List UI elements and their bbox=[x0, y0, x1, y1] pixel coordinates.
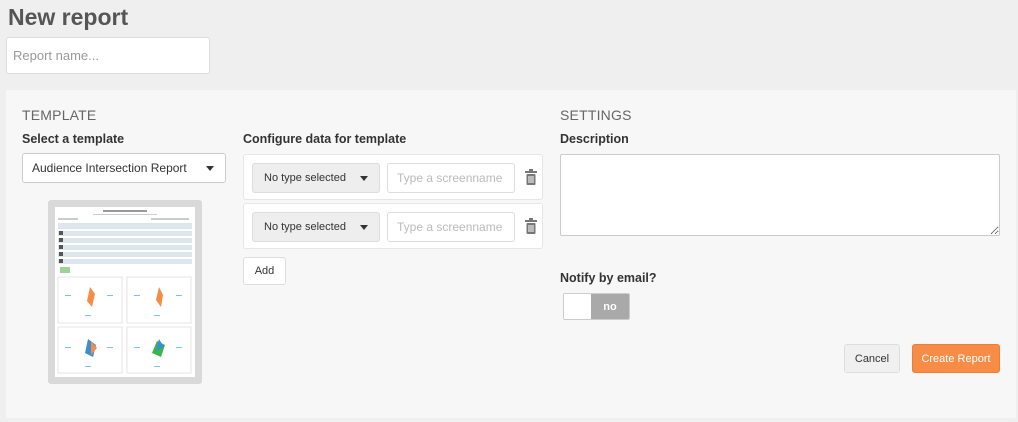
toggle-knob bbox=[564, 294, 591, 319]
type-select[interactable]: No type selected bbox=[252, 212, 380, 242]
report-form-panel: TEMPLATE Select a template Audience Inte… bbox=[6, 90, 1016, 418]
description-textarea[interactable] bbox=[560, 154, 1000, 236]
config-row: No type selected bbox=[243, 154, 543, 200]
type-select-value: No type selected bbox=[264, 221, 346, 233]
chevron-down-icon bbox=[360, 176, 368, 181]
select-template-label: Select a template bbox=[22, 132, 125, 146]
trash-icon[interactable] bbox=[525, 218, 537, 234]
type-select[interactable]: No type selected bbox=[252, 163, 380, 193]
page-title: New report bbox=[8, 4, 129, 30]
template-select[interactable]: Audience Intersection Report bbox=[22, 153, 226, 183]
report-preview-image bbox=[57, 210, 192, 374]
template-section-title: TEMPLATE bbox=[22, 107, 97, 123]
report-preview-thumbnail bbox=[48, 200, 202, 384]
chevron-down-icon bbox=[206, 166, 214, 171]
create-report-button[interactable]: Create Report bbox=[912, 344, 1000, 373]
type-select-value: No type selected bbox=[264, 172, 346, 184]
notify-email-label: Notify by email? bbox=[560, 271, 657, 285]
add-button[interactable]: Add bbox=[243, 257, 286, 285]
toggle-state-label: no bbox=[591, 294, 629, 319]
notify-email-toggle[interactable]: no bbox=[563, 293, 630, 320]
report-name-input[interactable] bbox=[6, 37, 210, 74]
screenname-input[interactable] bbox=[387, 212, 515, 242]
template-select-value: Audience Intersection Report bbox=[32, 161, 187, 175]
config-row: No type selected bbox=[243, 203, 543, 249]
description-label: Description bbox=[560, 132, 629, 146]
chevron-down-icon bbox=[360, 225, 368, 230]
configure-data-label: Configure data for template bbox=[243, 132, 407, 146]
screenname-input[interactable] bbox=[387, 163, 515, 193]
settings-section-title: SETTINGS bbox=[560, 107, 632, 123]
trash-icon[interactable] bbox=[525, 169, 537, 185]
cancel-button[interactable]: Cancel bbox=[844, 344, 900, 373]
